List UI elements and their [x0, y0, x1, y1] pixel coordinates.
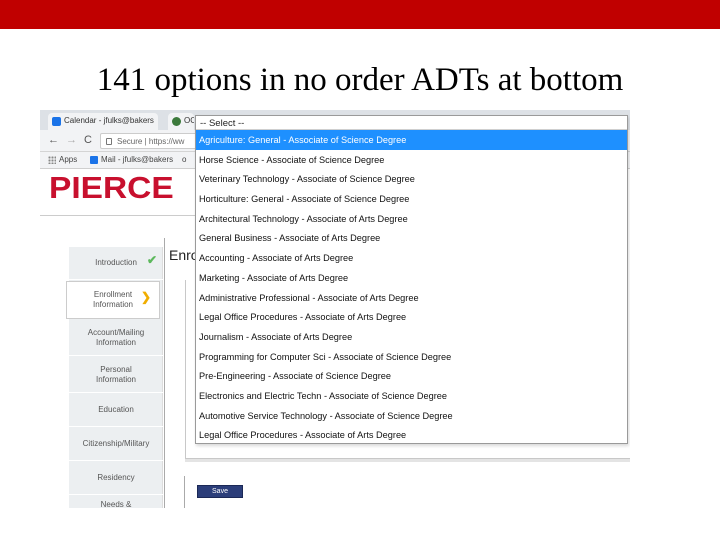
dropdown-option[interactable]: Pre-Engineering - Associate of Science D…: [196, 366, 627, 386]
dropdown-option[interactable]: General Business - Associate of Arts Deg…: [196, 228, 627, 248]
dropdown-option[interactable]: Horticulture: General - Associate of Sci…: [196, 189, 627, 209]
dropdown-option[interactable]: Automotive Service Technology - Associat…: [196, 406, 627, 426]
sidebar-item-label: Residency: [97, 473, 135, 482]
bookmark-more[interactable]: o: [182, 155, 186, 164]
dropdown-option[interactable]: Journalism - Associate of Arts Degree: [196, 327, 627, 347]
dropdown-option-list: Agriculture: General - Associate of Scie…: [196, 130, 627, 445]
dropdown-option[interactable]: Legal Office Procedures - Associate of A…: [196, 307, 627, 327]
screenshot-region: Calendar - jfulks@bakers OC ← → C Secure…: [40, 110, 630, 508]
mail-icon: [90, 156, 98, 164]
slide-title: 141 options in no order ADTs at bottom: [96, 62, 624, 98]
sidebar-item-label: Education: [98, 405, 134, 414]
form-divider: [184, 476, 185, 508]
sidebar-item-needs[interactable]: Needs &: [69, 496, 163, 508]
sidebar-item-label: Account/Mailing Information: [87, 327, 145, 347]
dropdown-option[interactable]: Veterinary Technology - Associate of Sci…: [196, 169, 627, 189]
top-accent-bar: [0, 0, 720, 29]
dropdown-option[interactable]: Electronics and Electric Techn - Associa…: [196, 386, 627, 406]
sidebar-item-education[interactable]: Education: [69, 394, 163, 427]
forward-arrow-icon[interactable]: →: [66, 134, 77, 146]
bookmark-apps[interactable]: Apps: [48, 155, 77, 164]
calendar-icon: [52, 117, 61, 126]
dropdown-option[interactable]: Accounting - Associate of Arts Degree: [196, 248, 627, 268]
tab-oc[interactable]: OC: [168, 113, 194, 130]
sidebar-item-citizenship[interactable]: Citizenship/Military: [69, 428, 163, 461]
sidebar-item-label: Introduction: [95, 258, 137, 267]
dropdown-option[interactable]: Legal Office Procedures - Associate of A…: [196, 425, 627, 445]
sidebar-item-enrollment[interactable]: Enrollment Information ❯: [66, 281, 160, 319]
back-arrow-icon[interactable]: ←: [48, 134, 59, 146]
save-button[interactable]: Save: [197, 485, 243, 498]
dropdown-placeholder[interactable]: -- Select --: [196, 116, 627, 130]
sidebar-item-label: Enrollment Information: [92, 290, 134, 309]
tab-label: OC: [184, 116, 194, 125]
site-icon: [172, 117, 181, 126]
panel-divider: [164, 238, 165, 508]
chevron-right-icon: ❯: [140, 290, 151, 304]
dropdown-option[interactable]: Programming for Computer Sci - Associate…: [196, 347, 627, 367]
dropdown-option[interactable]: Marketing - Associate of Arts Degree: [196, 268, 627, 288]
sidebar-item-label: Needs &: [100, 500, 132, 508]
tab-label: Calendar - jfulks@bakers: [64, 116, 154, 125]
header-divider: [40, 215, 200, 216]
reload-icon[interactable]: C: [84, 134, 92, 146]
apps-grid-icon: [48, 156, 56, 164]
dropdown-option[interactable]: Administrative Professional - Associate …: [196, 288, 627, 308]
sidebar-item-label: Citizenship/Military: [82, 439, 150, 448]
sidebar-item-personal[interactable]: Personal Information: [69, 357, 163, 393]
bookmark-label: Mail - jfulks@bakers: [101, 155, 174, 164]
sidebar-item-residency[interactable]: Residency: [69, 462, 163, 495]
sidebar-item-account[interactable]: Account/Mailing Information: [69, 320, 163, 356]
dropdown-option[interactable]: Architectural Technology - Associate of …: [196, 209, 627, 229]
url-text: Secure | https://ww: [117, 137, 185, 146]
bookmark-label: Apps: [59, 155, 78, 164]
lock-icon: [106, 138, 112, 145]
sidebar-item-label: Personal Information: [95, 364, 137, 384]
dropdown-option[interactable]: Agriculture: General - Associate of Scie…: [196, 130, 627, 150]
sidebar-item-introduction[interactable]: Introduction ✔: [69, 247, 163, 280]
bookmark-mail[interactable]: Mail - jfulks@bakers: [90, 155, 173, 164]
sidebar: Introduction ✔ Enrollment Information ❯ …: [66, 247, 163, 508]
form-panel-footer: [185, 458, 630, 462]
pierce-logo: PIERCE: [49, 170, 174, 205]
check-icon: ✔: [146, 253, 157, 267]
tab-calendar[interactable]: Calendar - jfulks@bakers: [48, 113, 158, 130]
program-dropdown[interactable]: -- Select -- Agriculture: General - Asso…: [195, 115, 628, 444]
dropdown-option[interactable]: Horse Science - Associate of Science Deg…: [196, 150, 627, 170]
